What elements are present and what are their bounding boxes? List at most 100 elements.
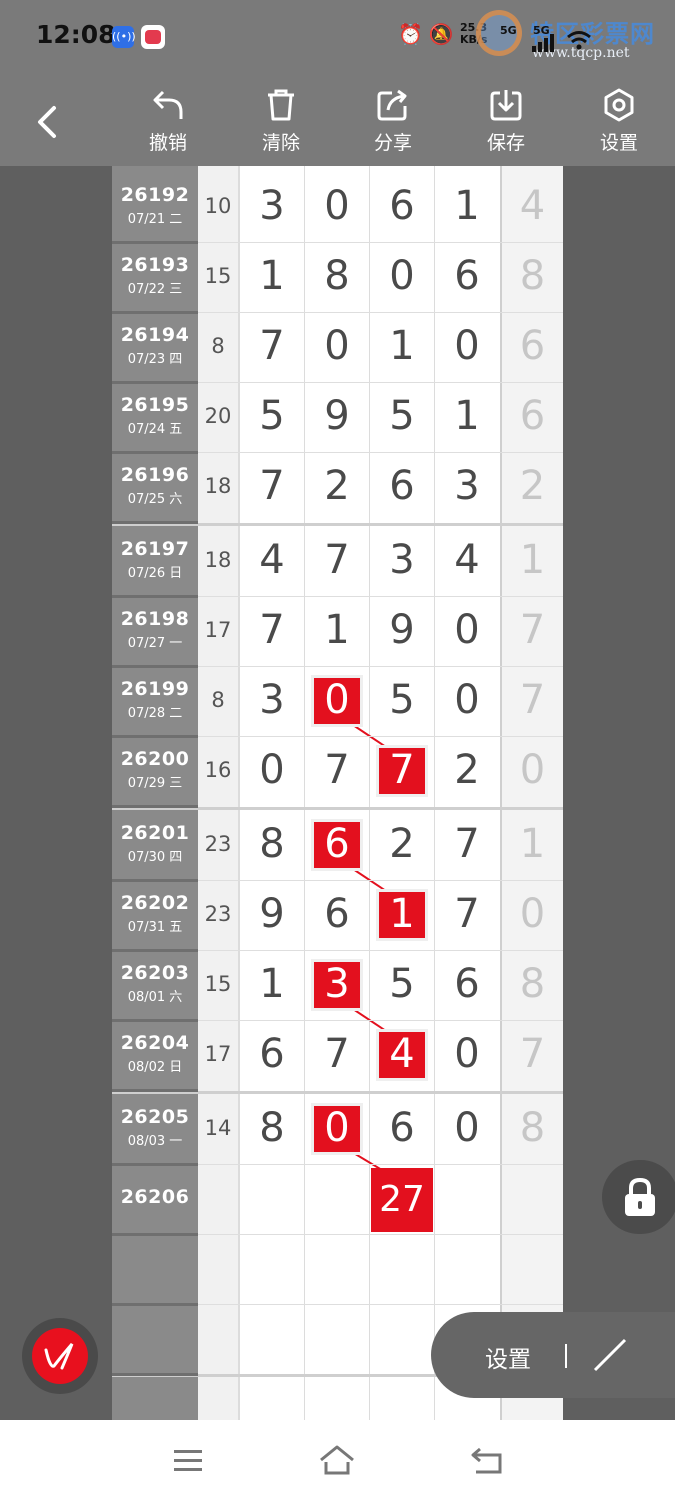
table-row: 26193 07/22 三 15 1 8 0 6 8 bbox=[112, 242, 563, 312]
home-icon[interactable] bbox=[318, 1444, 356, 1476]
digit-cell[interactable]: 9 bbox=[370, 607, 434, 653]
digit-cell[interactable]: 0 bbox=[370, 253, 434, 299]
digit-cell[interactable]: 1 bbox=[240, 253, 304, 299]
digit-cell[interactable]: 7 bbox=[240, 607, 304, 653]
extra-digit-cell: 0 bbox=[519, 747, 546, 793]
digit-cell[interactable]: 1 bbox=[240, 961, 304, 1007]
lock-button[interactable] bbox=[602, 1160, 675, 1234]
issue-cell: 26192 07/21 二 bbox=[112, 184, 198, 227]
extra-digit-cell: 1 bbox=[519, 537, 546, 583]
undo-arrow-icon bbox=[153, 90, 183, 119]
digit-cell[interactable]: 2 bbox=[370, 821, 434, 867]
broadcast-app-icon: ((•)) bbox=[112, 26, 136, 48]
digit-cell[interactable]: 6 bbox=[240, 1031, 304, 1077]
extra-digit-cell: 7 bbox=[519, 607, 546, 653]
digit-cell[interactable]: 8 bbox=[240, 821, 304, 867]
digit-cell[interactable]: 1 bbox=[435, 183, 499, 229]
digit-cell[interactable]: 1 bbox=[370, 891, 434, 937]
digit-cell[interactable]: 6 bbox=[370, 463, 434, 509]
digit-cell[interactable]: 0 bbox=[435, 1105, 499, 1151]
alarm-mute-icons: ⏰🔕 bbox=[398, 22, 460, 46]
digit-cell[interactable]: 3 bbox=[435, 463, 499, 509]
digit-cell[interactable]: 0 bbox=[305, 323, 369, 369]
extra-digit-cell: 0 bbox=[519, 891, 546, 937]
digit-cell[interactable]: 6 bbox=[370, 1105, 434, 1151]
digit-cell[interactable]: 0 bbox=[305, 1105, 369, 1151]
digit-cell[interactable]: 1 bbox=[305, 607, 369, 653]
digit-cell[interactable]: 7 bbox=[435, 821, 499, 867]
digit-cell[interactable]: 0 bbox=[240, 747, 304, 793]
back-nav-icon[interactable] bbox=[470, 1446, 504, 1476]
issue-cell: 26199 07/28 二 bbox=[112, 678, 198, 721]
digit-cell[interactable]: 3 bbox=[370, 537, 434, 583]
trend-grid[interactable]: 27 26192 07/21 二 10 3 0 6 1 4 26193 07/22 三 15 1 8 0 6… bbox=[112, 166, 563, 1420]
table-row: 26194 07/23 四870106 bbox=[112, 312, 563, 382]
digit-cell[interactable]: 6 bbox=[370, 183, 434, 229]
issue-number: 26204 bbox=[120, 1032, 190, 1054]
digit-cell[interactable]: 7 bbox=[305, 747, 369, 793]
issue-number: 26198 bbox=[120, 608, 190, 630]
digit-cell[interactable]: 6 bbox=[305, 821, 369, 867]
pen-tool-button[interactable] bbox=[22, 1318, 98, 1394]
table-row: 26196 07/25 六 18 7 2 6 3 2 bbox=[112, 452, 563, 522]
digit-cell[interactable]: 6 bbox=[305, 891, 369, 937]
digit-cell[interactable]: 3 bbox=[240, 677, 304, 723]
issue-date: 07/24 五 bbox=[127, 422, 183, 437]
extra-digit-cell: 1 bbox=[519, 821, 546, 867]
digit-cell[interactable]: 2 bbox=[435, 747, 499, 793]
sum-cell: 23 bbox=[204, 832, 232, 856]
lock-icon bbox=[625, 1177, 655, 1216]
digit-cell[interactable]: 0 bbox=[305, 677, 369, 723]
extra-digit-cell: 6 bbox=[519, 323, 546, 369]
hexagon-gear-icon bbox=[604, 88, 634, 122]
extra-digit-cell: 2 bbox=[519, 463, 546, 509]
digit-cell[interactable]: 5 bbox=[240, 393, 304, 439]
digit-cell[interactable]: 7 bbox=[370, 747, 434, 793]
digit-cell[interactable]: 1 bbox=[370, 323, 434, 369]
digit-cell[interactable]: 4 bbox=[240, 537, 304, 583]
digit-cell[interactable]: 3 bbox=[240, 183, 304, 229]
extra-digit-cell: 8 bbox=[519, 253, 546, 299]
issue-date: 07/27 一 bbox=[127, 636, 183, 651]
digit-cell[interactable]: 8 bbox=[305, 253, 369, 299]
digit-cell[interactable]: 0 bbox=[435, 323, 499, 369]
share-button[interactable]: 分享 bbox=[358, 88, 428, 158]
clear-button[interactable]: 清除 bbox=[246, 88, 316, 158]
digit-cell[interactable]: 8 bbox=[240, 1105, 304, 1151]
digit-cell[interactable]: 3 bbox=[305, 961, 369, 1007]
digit-cell[interactable]: 9 bbox=[305, 393, 369, 439]
digit-cell[interactable]: 4 bbox=[435, 537, 499, 583]
menu-icon[interactable] bbox=[172, 1448, 204, 1474]
issue-date: 07/22 三 bbox=[127, 282, 183, 297]
digit-cell[interactable]: 0 bbox=[435, 607, 499, 653]
digit-cell[interactable]: 1 bbox=[435, 393, 499, 439]
digit-cell[interactable]: 7 bbox=[240, 463, 304, 509]
digit-cell[interactable]: 7 bbox=[240, 323, 304, 369]
digit-cell[interactable]: 7 bbox=[435, 891, 499, 937]
digit-cell[interactable]: 5 bbox=[370, 393, 434, 439]
digit-cell[interactable]: 4 bbox=[370, 1031, 434, 1077]
settings-button[interactable]: 设置 bbox=[584, 88, 654, 158]
extra-digit-cell: 8 bbox=[519, 961, 546, 1007]
undo-button[interactable]: 撤销 bbox=[133, 88, 203, 158]
digit-cell[interactable]: 5 bbox=[370, 961, 434, 1007]
digit-cell[interactable]: 0 bbox=[435, 677, 499, 723]
sum-cell: 16 bbox=[204, 758, 232, 782]
digit-cell[interactable]: 0 bbox=[305, 183, 369, 229]
digit-cell[interactable]: 0 bbox=[435, 1031, 499, 1077]
digit-cell[interactable]: 7 bbox=[305, 1031, 369, 1077]
pill-settings-button[interactable]: 设置 bbox=[485, 1340, 531, 1374]
settings-line-pill: 设置 bbox=[431, 1312, 675, 1398]
digit-cell[interactable]: 9 bbox=[240, 891, 304, 937]
extra-digit-cell: 7 bbox=[519, 1031, 546, 1077]
diagonal-line-icon[interactable] bbox=[591, 1336, 629, 1374]
digit-cell[interactable]: 6 bbox=[435, 961, 499, 1007]
digit-cell[interactable]: 6 bbox=[435, 253, 499, 299]
digit-cell[interactable]: 5 bbox=[370, 677, 434, 723]
back-chevron-icon[interactable] bbox=[30, 102, 64, 142]
save-button[interactable]: 保存 bbox=[471, 88, 541, 158]
issue-number: 26196 bbox=[120, 464, 190, 486]
issue-number: 26199 bbox=[120, 678, 190, 700]
digit-cell[interactable]: 7 bbox=[305, 537, 369, 583]
digit-cell[interactable]: 2 bbox=[305, 463, 369, 509]
